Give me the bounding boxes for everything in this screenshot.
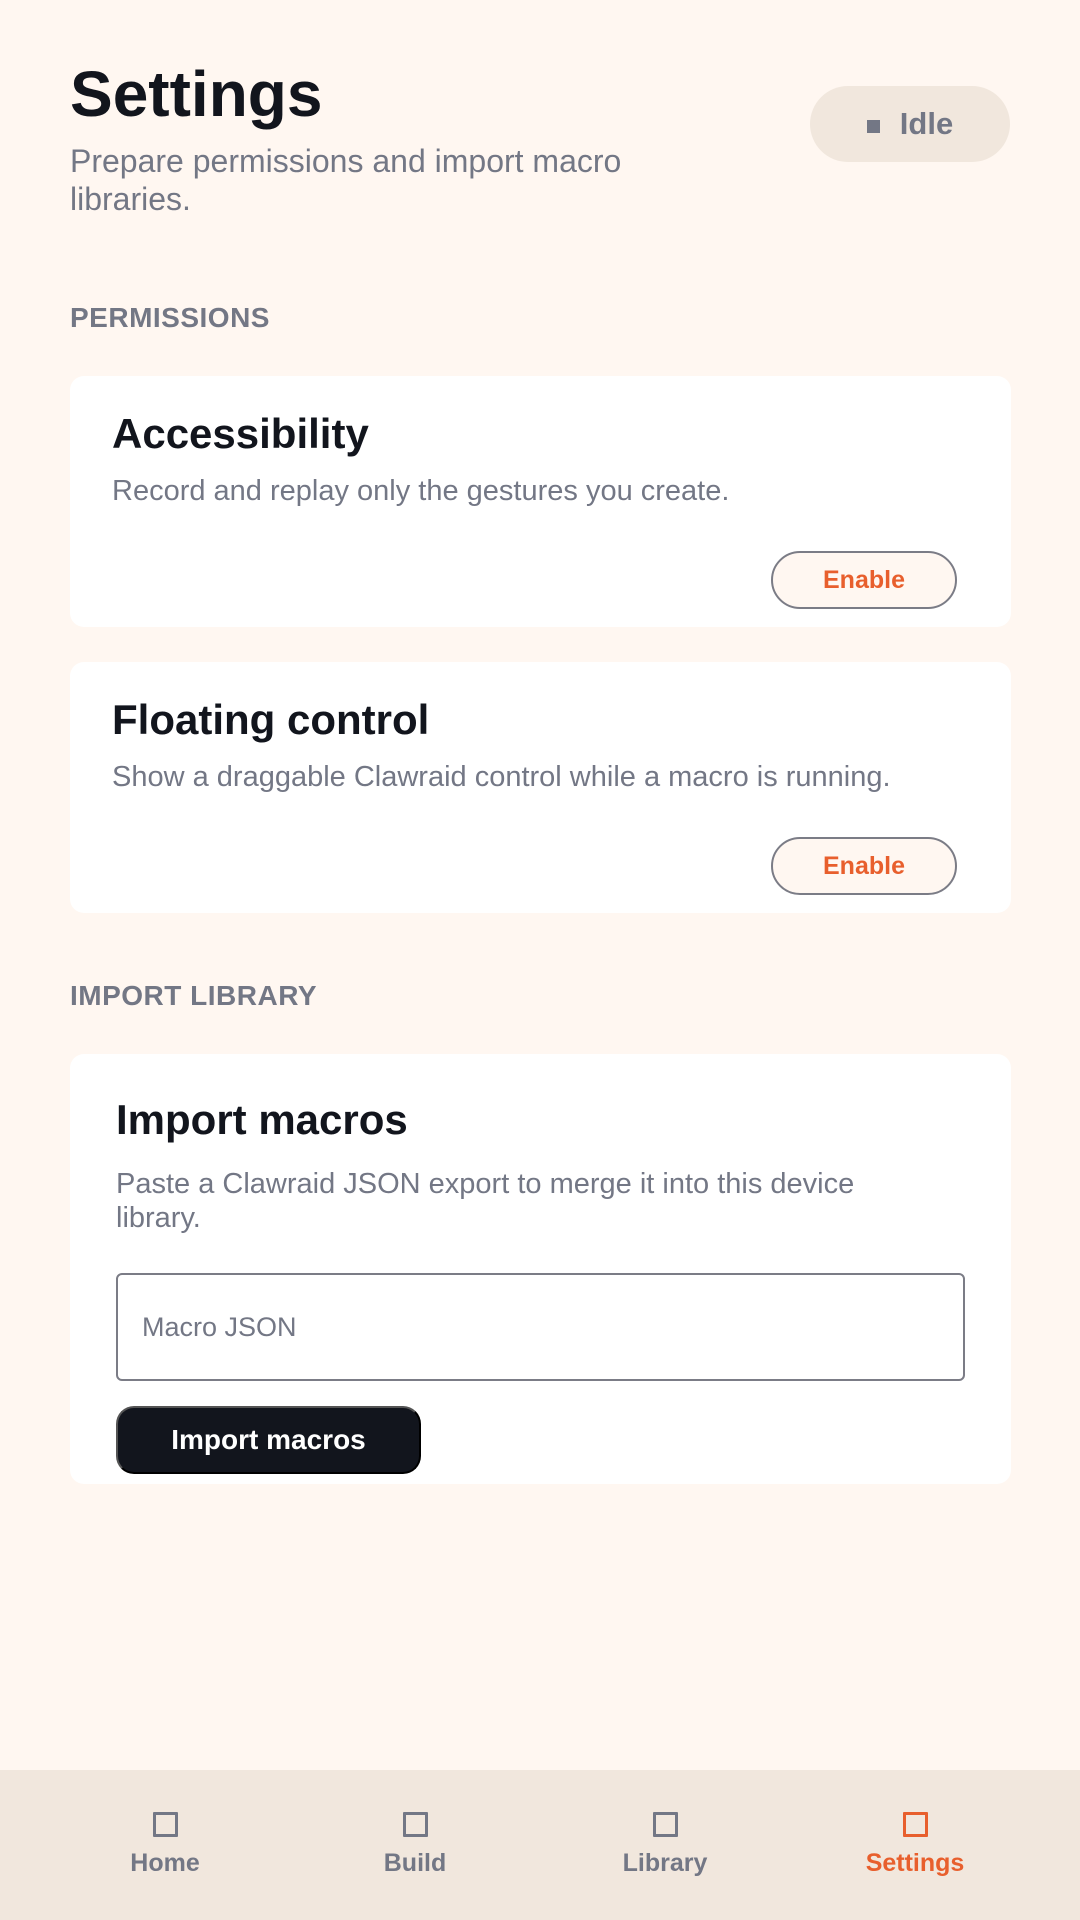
permissions-section-label: PERMISSIONS: [70, 302, 270, 333]
macro-json-input[interactable]: [116, 1273, 965, 1381]
nav-build-label: Build: [383, 1849, 447, 1877]
square-icon: [152, 1812, 178, 1837]
nav-library-label: Library: [622, 1849, 708, 1877]
accessibility-permission-card: Accessibility Record and replay only the…: [70, 376, 1011, 627]
import-macros-button[interactable]: Import macros: [116, 1406, 421, 1474]
nav-home[interactable]: Home: [40, 1770, 290, 1920]
nav-settings[interactable]: Settings: [790, 1770, 1040, 1920]
import-library-section-label: IMPORT LIBRARY: [70, 980, 318, 1011]
settings-header: Settings Prepare permissions and import …: [70, 58, 1010, 228]
floating-control-title: Floating control: [112, 696, 430, 743]
square-icon: [402, 1812, 428, 1837]
import-macros-description: Paste a Clawraid JSON export to merge it…: [116, 1168, 855, 1234]
nav-build[interactable]: Build: [290, 1770, 540, 1920]
nav-library[interactable]: Library: [540, 1770, 790, 1920]
page-subtitle: Prepare permissions and import macro lib…: [70, 143, 622, 217]
import-macros-card: Import macros Paste a Clawraid JSON expo…: [70, 1054, 1011, 1484]
square-icon: [902, 1812, 928, 1837]
status-label: Idle: [899, 106, 954, 141]
floating-control-description: Show a draggable Clawraid control while …: [112, 761, 891, 793]
floating-control-enable-button[interactable]: Enable: [771, 837, 957, 895]
accessibility-title: Accessibility: [112, 410, 369, 457]
import-macros-title: Import macros: [116, 1096, 408, 1143]
accessibility-enable-button[interactable]: Enable: [771, 551, 957, 609]
settings-screen: Settings Prepare permissions and import …: [0, 0, 1080, 1920]
status-badge: Idle: [810, 86, 1010, 162]
square-icon: [652, 1812, 678, 1837]
bottom-navigation: Home Build Library Settings: [0, 1770, 1080, 1920]
nav-settings-label: Settings: [865, 1849, 965, 1877]
nav-home-label: Home: [130, 1849, 200, 1877]
floating-control-permission-card: Floating control Show a draggable Clawra…: [70, 662, 1011, 913]
stop-square-icon: [866, 119, 880, 133]
accessibility-description: Record and replay only the gestures you …: [112, 475, 730, 507]
